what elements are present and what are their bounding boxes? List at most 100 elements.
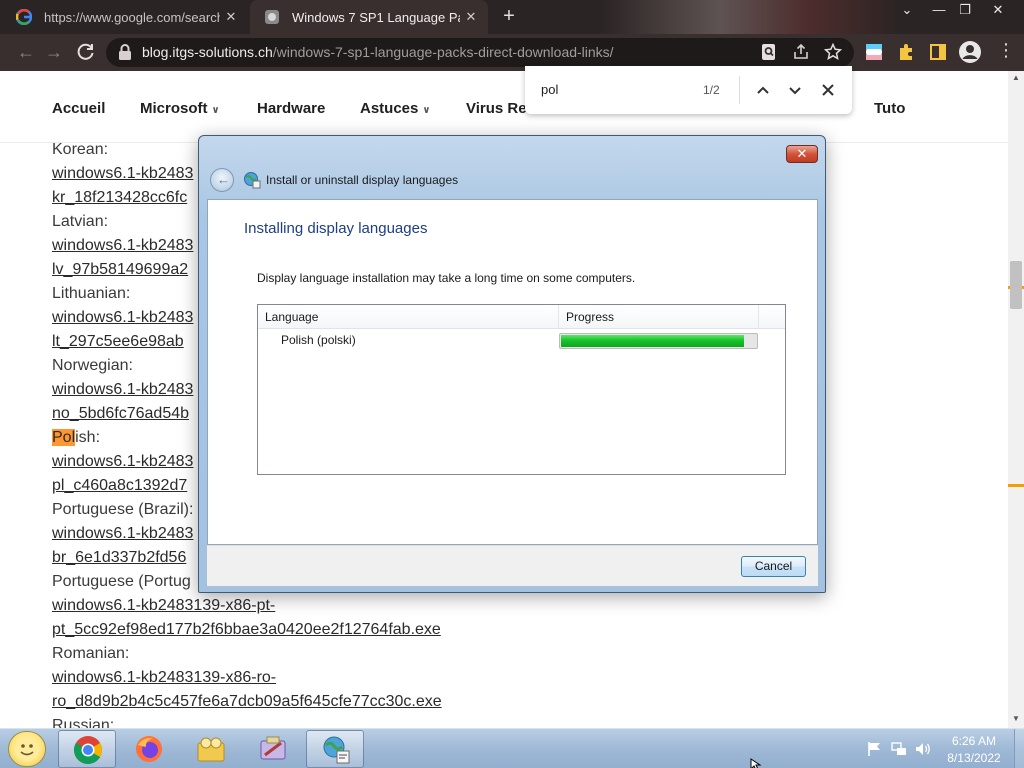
google-icon — [16, 9, 32, 25]
taskbar-media-app[interactable] — [244, 730, 302, 768]
url-host: blog.itgs-solutions.ch — [142, 44, 273, 60]
taskbar-chrome[interactable] — [58, 730, 116, 768]
nav-astuces[interactable]: Astuces ∨ — [360, 100, 430, 117]
nav-label: Tuto — [874, 100, 906, 117]
dialog-title: Install or uninstall display languages — [266, 173, 459, 187]
browser-tab-strip: https://www.google.com/search ✕ Windows … — [0, 0, 1024, 34]
download-link[interactable]: kr_18f213428cc6fc — [52, 189, 187, 206]
chevron-up-icon[interactable] — [753, 80, 773, 100]
divider — [739, 76, 740, 104]
restore-icon[interactable]: ❐ — [954, 2, 976, 20]
language-name: Polish (polski) — [281, 333, 356, 347]
taskbar-firefox[interactable] — [120, 730, 178, 768]
nav-microsoft[interactable]: Microsoft ∨ — [140, 100, 220, 117]
download-link[interactable]: windows6.1-kb2483 — [52, 237, 193, 254]
bookmark-star-icon[interactable] — [824, 43, 842, 61]
nav-hardware[interactable]: Hardware — [257, 100, 325, 117]
find-match-count: 1/2 — [703, 83, 720, 97]
find-highlight: Pol — [52, 429, 76, 446]
close-icon[interactable] — [818, 80, 838, 100]
close-icon[interactable]: ✕ — [220, 9, 242, 25]
chevron-down-icon[interactable]: ⌄ — [896, 2, 918, 20]
find-input[interactable]: pol — [541, 82, 558, 97]
page-scrollbar[interactable]: ▲ ▼ — [1008, 71, 1024, 728]
nav-accueil[interactable]: Accueil — [52, 100, 105, 117]
tab-google-search[interactable]: https://www.google.com/search ✕ — [2, 0, 248, 34]
nav-tuto[interactable]: Tuto — [874, 100, 905, 117]
clock-time[interactable]: 6:26 AM — [948, 734, 1000, 748]
dialog-close-button[interactable]: ✕ — [786, 145, 818, 163]
download-link[interactable]: windows6.1-kb2483139-x86-ro- — [52, 669, 276, 686]
download-link[interactable]: windows6.1-kb2483 — [52, 165, 193, 182]
download-link[interactable]: windows6.1-kb2483 — [52, 525, 193, 542]
nav-label: Microsoft — [140, 100, 208, 117]
find-match-marker — [1008, 484, 1024, 487]
share-icon[interactable] — [792, 43, 810, 61]
url-text[interactable]: blog.itgs-solutions.ch/windows-7-sp1-lan… — [142, 44, 614, 60]
volume-icon[interactable] — [914, 740, 932, 758]
tab-label: https://www.google.com/search — [44, 9, 220, 25]
download-link[interactable]: pt_5cc92ef98ed177b2f6bbae3a0420ee2f12764… — [52, 621, 441, 638]
reload-icon[interactable] — [76, 42, 96, 62]
start-button[interactable] — [8, 731, 46, 767]
dialog-body: Installing display languages Display lan… — [207, 199, 818, 545]
new-tab-icon[interactable]: + — [498, 6, 520, 28]
side-panel-icon[interactable] — [928, 42, 948, 62]
action-center-flag-icon[interactable] — [866, 740, 884, 758]
dialog-footer: Cancel — [207, 545, 818, 586]
close-window-icon[interactable]: ✕ — [987, 2, 1009, 20]
list-header: Language Progress — [258, 305, 785, 329]
minimize-icon[interactable]: — — [928, 2, 950, 20]
download-link[interactable]: windows6.1-kb2483 — [52, 309, 193, 326]
network-icon[interactable] — [890, 740, 908, 758]
dialog-heading: Installing display languages — [244, 220, 428, 237]
download-link[interactable]: windows6.1-kb2483139-x86-pt- — [52, 597, 275, 614]
nav-virus[interactable]: Virus Re — [466, 100, 527, 117]
scroll-thumb[interactable] — [1010, 261, 1022, 309]
more-menu-icon[interactable]: ⋮ — [996, 40, 1016, 60]
tab-language-packs[interactable]: Windows 7 SP1 Language Packs ✕ — [250, 0, 488, 34]
extensions-icon[interactable] — [896, 42, 916, 62]
forward-arrow-icon[interactable]: → — [42, 41, 66, 65]
nav-label: Hardware — [257, 100, 326, 117]
progress-bar-fill — [561, 335, 744, 347]
column-header-progress[interactable]: Progress — [559, 305, 759, 328]
download-link[interactable]: windows6.1-kb2483 — [52, 453, 193, 470]
cancel-button[interactable]: Cancel — [741, 556, 806, 577]
clock-date[interactable]: 8/13/2022 — [944, 751, 1004, 765]
scroll-up-icon[interactable]: ▲ — [1008, 71, 1024, 85]
download-link[interactable]: lt_297c5ee6e98ab — [52, 333, 184, 350]
chrome-icon — [74, 736, 102, 764]
back-arrow-icon[interactable]: ← — [210, 168, 234, 192]
find-bar: pol 1/2 — [525, 66, 852, 114]
download-link[interactable]: pl_c460a8c1392d7 — [52, 477, 187, 494]
find-in-page-icon[interactable] — [760, 43, 778, 61]
back-arrow-icon[interactable]: ← — [14, 41, 38, 65]
taskbar-explorer[interactable] — [182, 730, 240, 768]
column-header-language[interactable]: Language — [258, 305, 559, 328]
download-link[interactable]: lv_97b58149699a2 — [52, 261, 188, 278]
site-navigation: Accueil Microsoft ∨ Hardware Astuces ∨ Vir… — [0, 71, 1008, 143]
url-path: /windows-7-sp1-language-packs-direct-dow… — [272, 44, 614, 60]
progress-bar — [559, 333, 758, 349]
chevron-down-icon[interactable] — [785, 80, 805, 100]
close-icon[interactable]: ✕ — [460, 9, 482, 25]
browser-toolbar: ← → blog.itgs-solutions.ch/windows-7-sp1… — [0, 34, 1024, 71]
address-bar[interactable]: blog.itgs-solutions.ch/windows-7-sp1-lan… — [106, 38, 854, 67]
profile-flag-icon[interactable] — [864, 42, 884, 62]
show-desktop-button[interactable] — [1014, 729, 1024, 768]
download-link[interactable]: ro_d8d9b2b4c5c457fe6a7dcb09a5f645cfe77cc… — [52, 693, 442, 710]
account-avatar-icon[interactable] — [958, 40, 982, 64]
language-globe-icon — [244, 172, 261, 189]
download-link[interactable]: windows6.1-kb2483 — [52, 381, 193, 398]
mouse-cursor-icon — [750, 758, 762, 768]
firefox-icon — [136, 736, 162, 762]
chevron-down-icon: ∨ — [422, 105, 431, 116]
windows-taskbar: 6:26 AM 8/13/2022 — [0, 728, 1024, 768]
language-heading: Romanian: — [52, 645, 130, 662]
scroll-down-icon[interactable]: ▼ — [1008, 712, 1024, 726]
download-link[interactable]: br_6e1d337b2fd56 — [52, 549, 186, 566]
download-link[interactable]: no_5bd6fc76ad54b — [52, 405, 189, 422]
taskbar-language-installer[interactable] — [306, 730, 364, 768]
system-tray: 6:26 AM 8/13/2022 — [862, 729, 1012, 768]
